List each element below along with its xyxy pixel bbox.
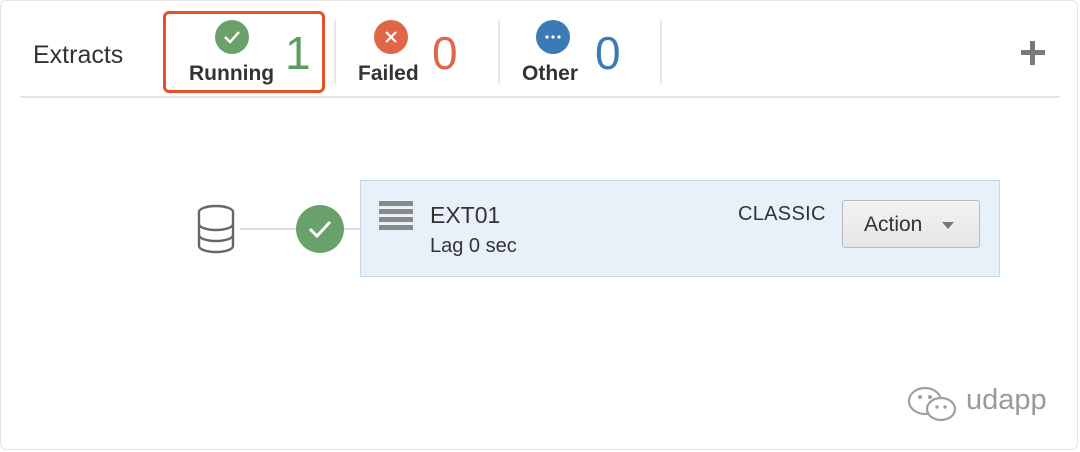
menu-icon[interactable] (379, 201, 413, 231)
extract-type: CLASSIC (738, 203, 826, 225)
extract-lag: Lag 0 sec (430, 235, 517, 257)
chevron-down-icon (942, 222, 954, 229)
plus-icon[interactable] (1020, 40, 1046, 66)
database-icon (196, 204, 236, 259)
close-icon (374, 20, 408, 54)
action-label: Action (864, 213, 923, 236)
tab-other-count: 0 (595, 27, 621, 79)
watermark: udapp (906, 384, 1047, 424)
tab-divider (660, 20, 662, 84)
watermark-text: udapp (966, 384, 1047, 416)
tab-failed-label: Failed (358, 62, 419, 85)
tab-failed-count: 0 (432, 27, 458, 79)
status-check-icon (296, 205, 344, 253)
running-tab-highlight (163, 11, 325, 93)
page-title: Extracts (33, 41, 124, 69)
tab-other[interactable]: Other 0 (518, 10, 658, 90)
action-button[interactable]: Action (842, 200, 980, 248)
tab-failed[interactable]: Failed 0 (354, 10, 494, 90)
wechat-icon (907, 386, 957, 422)
tab-divider (334, 20, 336, 84)
tab-other-label: Other (522, 62, 579, 85)
more-icon (536, 20, 570, 54)
extract-card[interactable]: EXT01 Lag 0 sec CLASSIC Action (360, 180, 1000, 277)
tab-divider (498, 20, 500, 84)
extract-name[interactable]: EXT01 (430, 202, 500, 229)
